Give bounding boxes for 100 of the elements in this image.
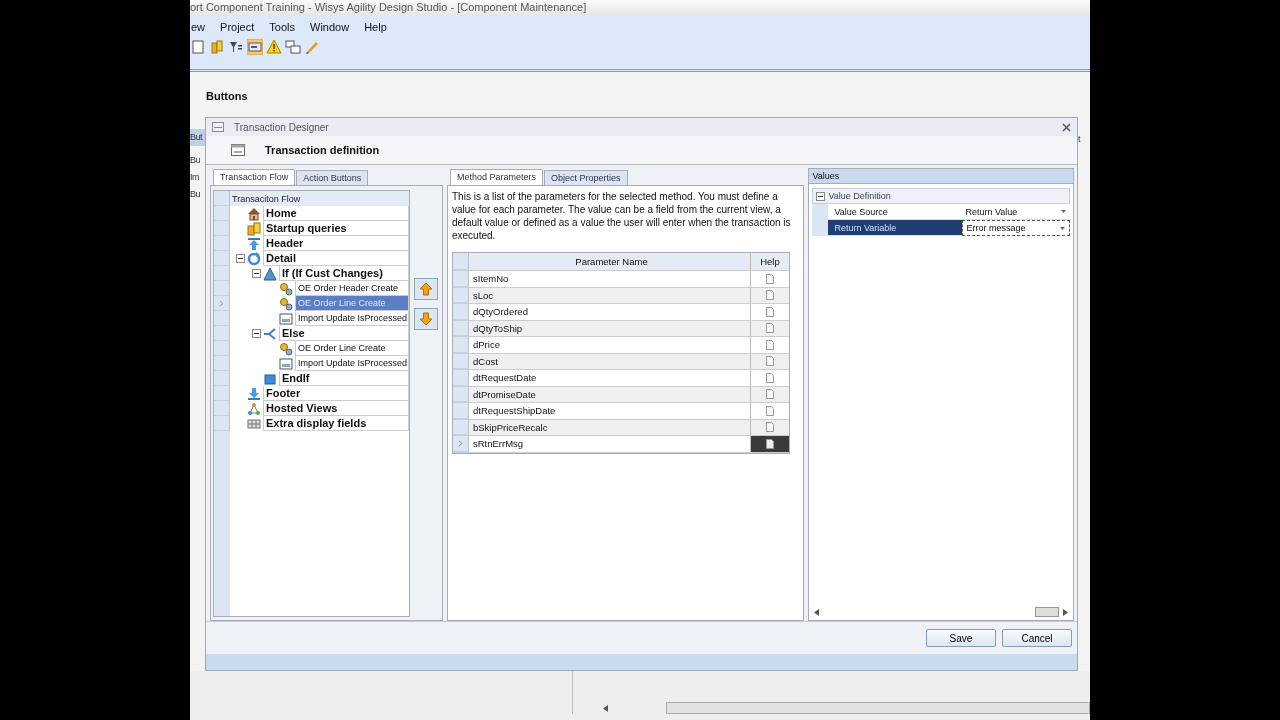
cancel-button[interactable]: Cancel bbox=[1002, 629, 1072, 647]
column-header: Transaciton Flow bbox=[231, 193, 301, 204]
move-down-button[interactable] bbox=[414, 308, 438, 330]
list-item: Im bbox=[190, 171, 200, 184]
branch-icon bbox=[263, 326, 277, 341]
list-item: t bbox=[1078, 134, 1080, 144]
section-title: Transaction definition bbox=[265, 144, 380, 156]
refresh-icon bbox=[247, 251, 261, 266]
scrollbar[interactable] bbox=[812, 607, 1070, 617]
textbox-icon[interactable] bbox=[247, 39, 263, 55]
group-label: Value Definition bbox=[828, 191, 891, 201]
column-header: Parameter Name bbox=[469, 253, 751, 270]
tree-item[interactable]: Detail bbox=[263, 251, 409, 266]
scroll-left-icon[interactable] bbox=[603, 704, 608, 712]
warning-icon[interactable] bbox=[266, 39, 282, 55]
current-row-icon bbox=[219, 299, 224, 307]
caret-icon bbox=[1061, 210, 1066, 213]
save-button[interactable]: Save bbox=[926, 629, 996, 647]
row-header[interactable] bbox=[453, 337, 469, 353]
pencil-icon[interactable] bbox=[304, 39, 320, 55]
menu-item[interactable]: Window bbox=[309, 21, 351, 33]
close-icon[interactable] bbox=[1062, 122, 1071, 132]
row-header[interactable] bbox=[214, 296, 230, 311]
tree-item[interactable]: Footer bbox=[263, 386, 409, 401]
row-header[interactable] bbox=[214, 386, 230, 401]
page-heading: Buttons bbox=[206, 90, 249, 104]
tab[interactable]: Action Buttons bbox=[296, 170, 369, 185]
tree-item[interactable]: Import Update IsProcessed bbox=[295, 311, 409, 326]
dropdown-field[interactable]: Return Value bbox=[962, 204, 1070, 220]
list-item: Bu bbox=[190, 154, 201, 167]
document-icon[interactable] bbox=[766, 438, 774, 449]
collapse-icon[interactable] bbox=[816, 191, 826, 201]
row-header[interactable] bbox=[214, 266, 230, 281]
tree-item[interactable]: Else bbox=[279, 326, 409, 341]
property-name[interactable]: Return Variable bbox=[828, 220, 963, 236]
table-cell[interactable]: dPrice bbox=[469, 337, 751, 353]
row-header bbox=[812, 220, 829, 236]
menu-item[interactable]: ew bbox=[190, 21, 207, 33]
row-header[interactable] bbox=[214, 281, 230, 296]
window-icon bbox=[212, 122, 224, 132]
row-header[interactable] bbox=[214, 416, 230, 431]
row-header[interactable] bbox=[214, 341, 230, 356]
tree-item[interactable]: Home bbox=[263, 206, 409, 221]
menu-item[interactable]: Help bbox=[363, 21, 388, 33]
collapse-icon[interactable] bbox=[252, 329, 261, 338]
window-icon bbox=[279, 356, 293, 371]
row-header bbox=[812, 204, 829, 220]
arrow-down-icon bbox=[247, 386, 261, 401]
row-header[interactable] bbox=[214, 251, 230, 266]
scroll-right-icon[interactable] bbox=[1063, 608, 1068, 616]
row-header[interactable] bbox=[453, 304, 469, 320]
grid-icon bbox=[247, 416, 261, 431]
window-icon bbox=[279, 311, 293, 326]
tab[interactable]: Object Properties bbox=[544, 170, 628, 185]
help-cell[interactable] bbox=[751, 436, 789, 452]
menu-item[interactable]: Project bbox=[219, 21, 256, 33]
tree-item[interactable]: Startup queries bbox=[263, 221, 409, 236]
windows-icon[interactable] bbox=[285, 39, 301, 55]
dropdown-field[interactable]: Error message bbox=[962, 220, 1070, 236]
column-header: Help bbox=[759, 255, 781, 269]
menu-item[interactable]: Tools bbox=[268, 21, 296, 33]
table-cell[interactable]: sItemNo bbox=[469, 271, 751, 287]
filter-icon[interactable] bbox=[228, 39, 244, 55]
row-header[interactable] bbox=[214, 326, 230, 341]
tab[interactable]: Method Parameters bbox=[450, 169, 544, 185]
tree-item[interactable]: If (If Cust Changes) bbox=[279, 266, 409, 281]
list-item: But bbox=[190, 129, 205, 146]
move-up-button[interactable] bbox=[414, 278, 438, 300]
row-header[interactable] bbox=[214, 236, 230, 251]
panel-header: Values bbox=[808, 168, 1074, 184]
row-header[interactable] bbox=[453, 403, 469, 419]
tree-item[interactable]: OE Order Line Create bbox=[295, 341, 409, 356]
current-row-icon bbox=[458, 439, 463, 447]
tree-item[interactable]: EndIf bbox=[279, 371, 409, 386]
row-header[interactable] bbox=[214, 206, 230, 221]
tree-item[interactable]: Import Update IsProcessed bbox=[295, 356, 409, 371]
collapse-icon[interactable] bbox=[252, 269, 261, 278]
table-cell[interactable]: dQtyOrdered bbox=[469, 304, 751, 320]
row-header[interactable] bbox=[214, 401, 230, 416]
row-header[interactable] bbox=[214, 311, 230, 326]
tree-item[interactable]: Header bbox=[263, 236, 409, 251]
collapse-icon[interactable] bbox=[236, 254, 245, 263]
table-cell[interactable]: dtRequestDate bbox=[469, 370, 751, 386]
row-header[interactable] bbox=[214, 221, 230, 236]
row-header[interactable] bbox=[214, 356, 230, 371]
row-header[interactable] bbox=[453, 370, 469, 386]
arrow-up-icon bbox=[419, 282, 433, 296]
table-cell[interactable]: dtRequestShipDate bbox=[469, 403, 751, 419]
scroll-thumb[interactable] bbox=[666, 702, 1090, 714]
row-header[interactable] bbox=[453, 271, 469, 287]
tab[interactable]: Transaction Flow bbox=[213, 169, 296, 185]
list-item: Bu bbox=[190, 188, 201, 201]
scroll-thumb[interactable] bbox=[1035, 607, 1059, 617]
page-icon[interactable] bbox=[190, 39, 206, 55]
triangle-icon bbox=[263, 266, 277, 281]
tree-item[interactable]: Hosted Views bbox=[263, 401, 409, 416]
row-header[interactable] bbox=[214, 371, 230, 386]
description-text: This is a list of the parameters for the selected method. You must define a value for each parameter. The value can be a field from the current view, a default value or defined as a value the user will enter when the transaction is executed. bbox=[452, 190, 792, 242]
row-header[interactable] bbox=[453, 436, 469, 452]
scroll-left-icon[interactable] bbox=[814, 608, 820, 616]
